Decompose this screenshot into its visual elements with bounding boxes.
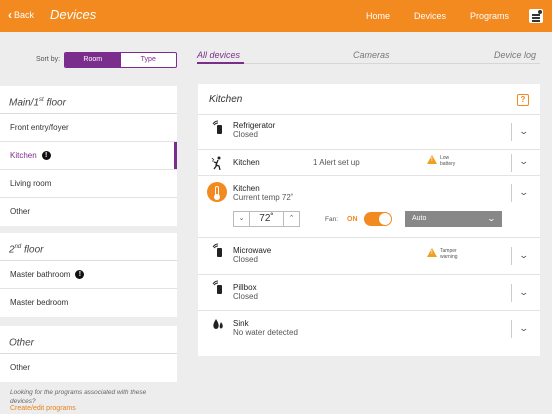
device-name: Sink bbox=[233, 319, 249, 328]
room-item-living-room[interactable]: Living room bbox=[0, 170, 177, 198]
room-item-other[interactable]: Other bbox=[0, 354, 177, 382]
chevron-down-icon: ⌄ bbox=[486, 214, 497, 223]
mode-select[interactable]: Auto ⌄ bbox=[405, 211, 502, 227]
tab-all-devices[interactable]: All devices bbox=[197, 50, 240, 60]
device-row-kitchen-thermostat[interactable]: Kitchen Current temp 72˚ ⌄ ⌄ 72˚ ⌃ Fan: … bbox=[198, 175, 540, 237]
fan-label: Fan: bbox=[325, 216, 339, 223]
tab-divider bbox=[197, 63, 540, 64]
group-heading: Other bbox=[0, 326, 177, 354]
menu-icon[interactable] bbox=[529, 9, 543, 23]
room-group-other: Other Other bbox=[0, 326, 177, 382]
group-heading: Main/1st floor bbox=[0, 86, 177, 114]
device-row-pillbox[interactable]: Pillbox Closed ⌄ bbox=[198, 274, 540, 310]
device-name: Kitchen bbox=[233, 158, 260, 167]
device-name: Microwave bbox=[233, 246, 272, 255]
back-label: Back bbox=[14, 10, 35, 20]
warning-icon: ! bbox=[427, 248, 437, 257]
door-sensor-icon bbox=[212, 120, 222, 134]
device-row-microwave[interactable]: Microwave Closed ! Tamper warning ⌄ bbox=[198, 237, 540, 274]
sort-type-button[interactable]: Type bbox=[121, 53, 177, 67]
chevron-down-icon[interactable]: ⌄ bbox=[518, 156, 529, 167]
chevron-down-icon[interactable]: ⌄ bbox=[518, 250, 529, 261]
create-programs-link[interactable]: Create/edit programs bbox=[10, 405, 76, 412]
temperature-stepper: ⌄ 72˚ ⌃ bbox=[233, 211, 300, 227]
device-status: Closed bbox=[233, 292, 258, 301]
water-sensor-icon bbox=[213, 319, 223, 329]
warning-icon: ! bbox=[427, 155, 437, 164]
room-item-master-bathroom[interactable]: Master bathroom! bbox=[0, 261, 177, 289]
card-title: Kitchen bbox=[209, 94, 243, 105]
door-sensor-icon bbox=[212, 243, 222, 257]
device-status: Closed bbox=[233, 255, 258, 264]
tab-cameras[interactable]: Cameras bbox=[353, 50, 390, 60]
devices-card: Kitchen ? Refrigerator Closed ⌄ Kitchen … bbox=[198, 84, 540, 356]
device-status: No water detected bbox=[233, 328, 298, 337]
nav-programs[interactable]: Programs bbox=[470, 11, 509, 21]
chevron-down-icon[interactable]: ⌄ bbox=[518, 323, 529, 334]
device-name: Refrigerator bbox=[233, 121, 276, 130]
chevron-down-icon[interactable]: ⌄ bbox=[518, 126, 529, 137]
room-item-other[interactable]: Other bbox=[0, 198, 177, 226]
fan-toggle[interactable] bbox=[364, 212, 392, 226]
device-status: Current temp 72˚ bbox=[233, 193, 294, 202]
device-row-refrigerator[interactable]: Refrigerator Closed ⌄ bbox=[198, 114, 540, 149]
low-battery-warning: ! Low battery bbox=[427, 155, 464, 167]
room-item-front-entry[interactable]: Front entry/foyer bbox=[0, 114, 177, 142]
group-heading: 2nd floor bbox=[0, 233, 177, 261]
alert-icon: ! bbox=[75, 270, 85, 279]
sort-segmented-control: Room Type bbox=[64, 52, 177, 68]
tab-device-log[interactable]: Device log bbox=[494, 50, 536, 60]
chevron-down-icon[interactable]: ⌄ bbox=[518, 287, 529, 298]
thermostat-icon bbox=[207, 182, 227, 202]
tab-active-indicator bbox=[197, 62, 244, 64]
nav-devices[interactable]: Devices bbox=[414, 11, 446, 21]
chevron-down-icon[interactable]: ⌄ bbox=[518, 187, 529, 198]
decrease-temp-button[interactable]: ⌄ bbox=[234, 212, 249, 226]
setpoint-value: 72˚ bbox=[249, 212, 284, 226]
alert-icon: ! bbox=[41, 151, 51, 160]
device-name: Kitchen bbox=[233, 184, 260, 193]
room-group-second-floor: 2nd floor Master bathroom! Master bedroo… bbox=[0, 233, 177, 317]
fan-state: ON bbox=[347, 216, 358, 223]
chevron-left-icon: ‹ bbox=[8, 8, 12, 22]
nav-home[interactable]: Home bbox=[366, 11, 390, 21]
top-bar: ‹ Back Devices Home Devices Programs bbox=[0, 0, 552, 32]
increase-temp-button[interactable]: ⌃ bbox=[284, 212, 299, 226]
device-row-sink[interactable]: Sink No water detected ⌄ bbox=[198, 310, 540, 346]
device-status: 1 Alert set up bbox=[313, 158, 360, 167]
page-title: Devices bbox=[50, 7, 97, 22]
room-group-main-floor: Main/1st floor Front entry/foyer Kitchen… bbox=[0, 86, 177, 226]
programs-note: Looking for the programs associated with… bbox=[10, 389, 147, 405]
device-row-kitchen-motion[interactable]: Kitchen 1 Alert set up ! Low battery ⌄ bbox=[198, 149, 540, 175]
sort-room-button[interactable]: Room bbox=[65, 53, 121, 67]
tamper-warning: ! Tamper warning bbox=[427, 248, 464, 260]
device-status: Closed bbox=[233, 130, 258, 139]
door-sensor-icon bbox=[212, 280, 222, 294]
room-item-kitchen[interactable]: Kitchen! bbox=[0, 142, 177, 170]
back-button[interactable]: ‹ Back bbox=[8, 9, 34, 21]
device-name: Pillbox bbox=[233, 283, 257, 292]
motion-sensor-icon bbox=[211, 156, 221, 170]
room-item-master-bedroom[interactable]: Master bedroom bbox=[0, 289, 177, 317]
sort-label: Sort by: bbox=[36, 56, 61, 63]
help-icon[interactable]: ? bbox=[517, 94, 529, 106]
